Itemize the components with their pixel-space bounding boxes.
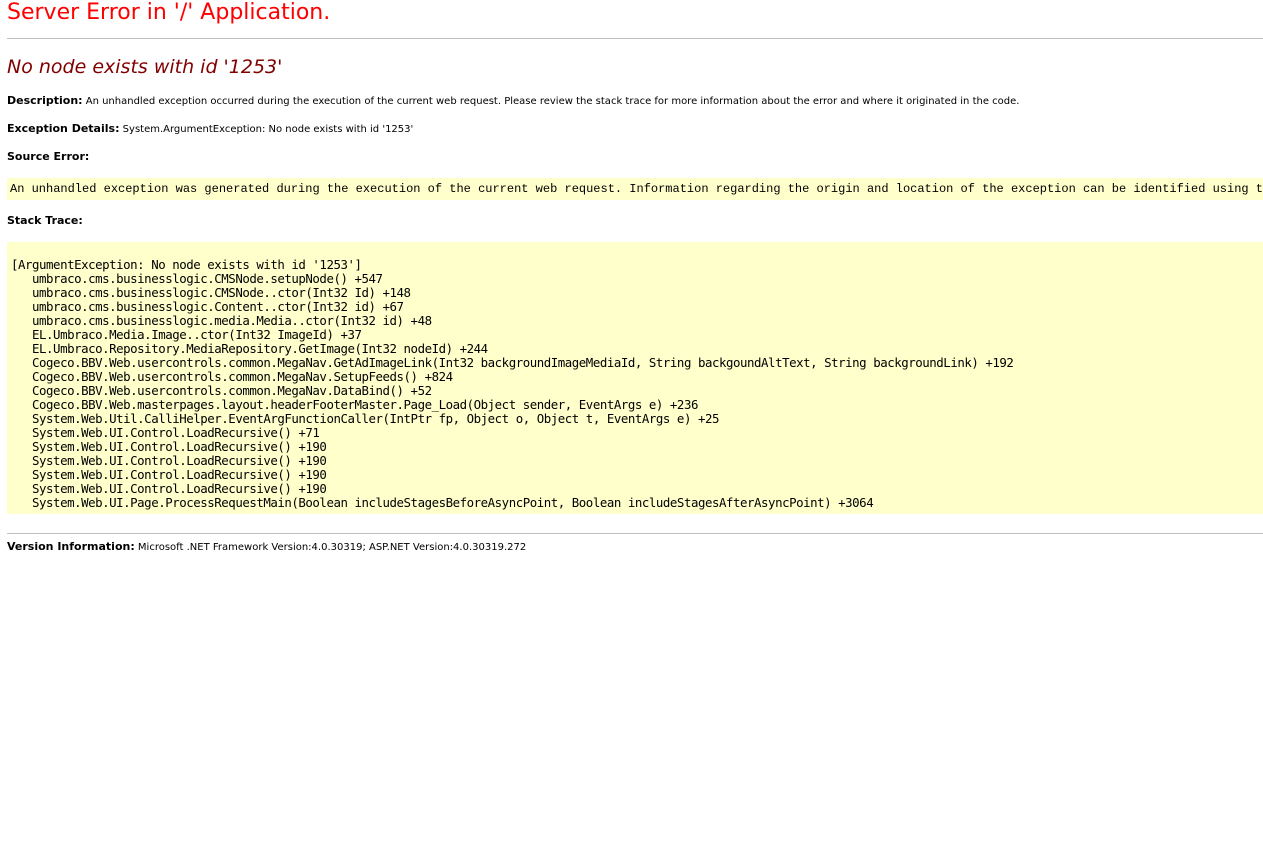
top-divider <box>7 38 1263 39</box>
source-error-section: Source Error: <box>7 150 89 165</box>
exception-details-text: System.ArgumentException: No node exists… <box>122 124 414 135</box>
stack-trace-line: umbraco.cms.businesslogic.media.Media..c… <box>11 313 432 328</box>
stack-trace-line: [ArgumentException: No node exists with … <box>11 257 362 272</box>
stack-trace-line: System.Web.UI.Control.LoadRecursive() +7… <box>11 425 320 440</box>
stack-trace-line: System.Web.UI.Control.LoadRecursive() +1… <box>11 439 327 454</box>
bottom-divider <box>7 533 1263 534</box>
stack-trace-line: System.Web.UI.Page.ProcessRequestMain(Bo… <box>11 495 874 510</box>
stack-trace-line: umbraco.cms.businesslogic.CMSNode..ctor(… <box>11 285 411 300</box>
stack-trace-line: Cogeco.BBV.Web.usercontrols.common.MegaN… <box>11 369 453 384</box>
source-error-label: Source Error: <box>7 150 90 163</box>
version-information-section: Version Information: Microsoft .NET Fram… <box>7 540 526 555</box>
version-information-text: Microsoft .NET Framework Version:4.0.303… <box>137 542 527 553</box>
page-title: Server Error in '/' Application. <box>7 0 331 25</box>
stack-trace-line: umbraco.cms.businesslogic.CMSNode.setupN… <box>11 271 383 286</box>
description-text: An unhandled exception occurred during t… <box>85 96 1020 107</box>
stack-trace-label: Stack Trace: <box>7 214 83 227</box>
stack-trace-line: EL.Umbraco.Repository.MediaRepository.Ge… <box>11 341 488 356</box>
stack-trace-line: Cogeco.BBV.Web.usercontrols.common.MegaN… <box>11 383 432 398</box>
exception-details-section: Exception Details: System.ArgumentExcept… <box>7 122 413 137</box>
stack-trace-line: System.Web.UI.Control.LoadRecursive() +1… <box>11 467 327 482</box>
stack-trace-line: umbraco.cms.businesslogic.Content..ctor(… <box>11 299 404 314</box>
version-information-label: Version Information: <box>7 540 135 553</box>
stack-trace-box: [ArgumentException: No node exists with … <box>7 242 1263 514</box>
error-message: No node exists with id '1253' <box>7 56 283 78</box>
description-section: Description: An unhandled exception occu… <box>7 94 1019 109</box>
stack-trace-text: [ArgumentException: No node exists with … <box>11 257 1014 510</box>
stack-trace-line: EL.Umbraco.Media.Image..ctor(Int32 Image… <box>11 327 362 342</box>
description-label: Description: <box>7 94 83 107</box>
stack-trace-line: System.Web.UI.Control.LoadRecursive() +1… <box>11 453 327 468</box>
exception-details-label: Exception Details: <box>7 122 120 135</box>
stack-trace-line: Cogeco.BBV.Web.masterpages.layout.header… <box>11 397 698 412</box>
stack-trace-line: System.Web.UI.Control.LoadRecursive() +1… <box>11 481 327 496</box>
source-error-text: An unhandled exception was generated dur… <box>10 182 1263 196</box>
stack-trace-section: Stack Trace: <box>7 214 83 229</box>
stack-trace-line: Cogeco.BBV.Web.usercontrols.common.MegaN… <box>11 355 1014 370</box>
stack-trace-line: System.Web.Util.CalliHelper.EventArgFunc… <box>11 411 719 426</box>
source-error-box: An unhandled exception was generated dur… <box>7 178 1263 200</box>
